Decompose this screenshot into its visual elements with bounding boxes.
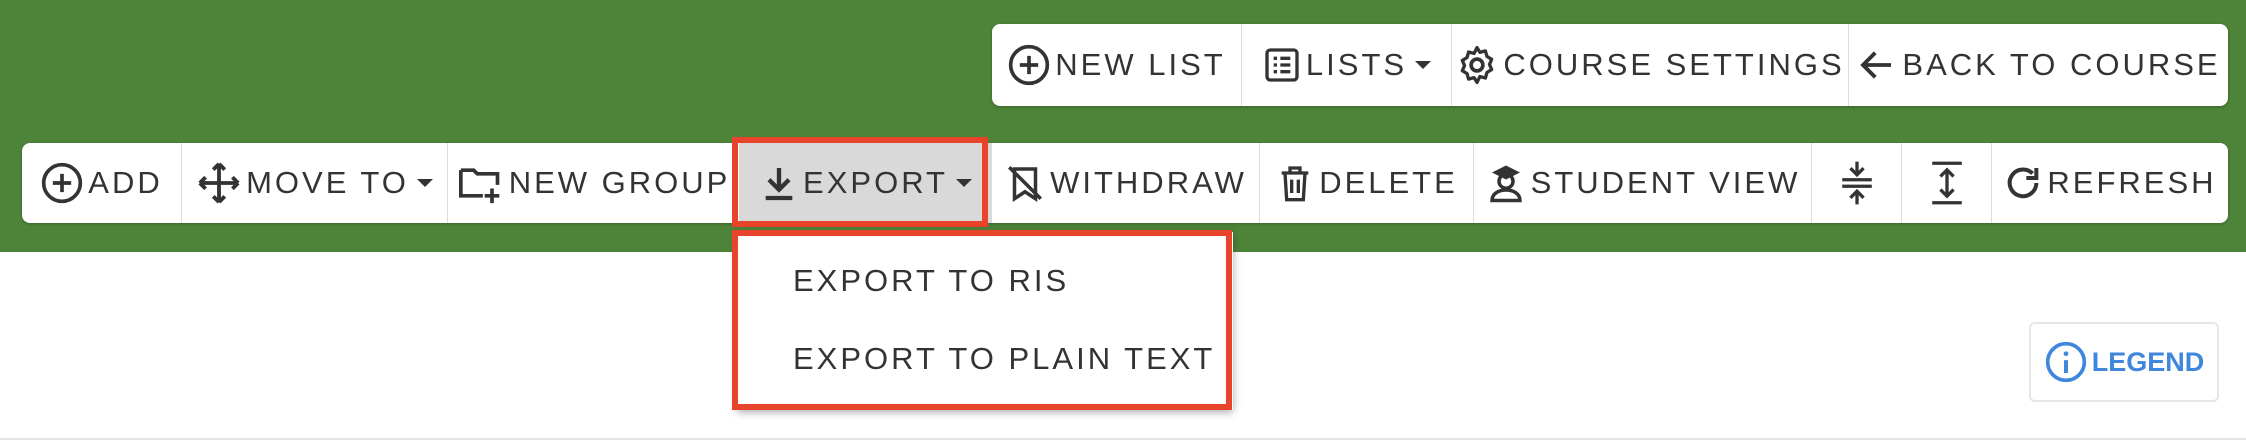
trash-icon	[1275, 163, 1315, 203]
refresh-button[interactable]: REFRESH	[1992, 143, 2228, 223]
move-icon	[196, 160, 242, 206]
collapse-button[interactable]	[1812, 143, 1902, 223]
new-group-label: NEW GROUP	[508, 165, 731, 200]
plus-circle-icon	[40, 161, 84, 205]
list-icon	[1262, 45, 1302, 85]
withdraw-button[interactable]: WITHDRAW	[992, 143, 1260, 223]
add-button[interactable]: ADD	[22, 143, 182, 223]
withdraw-label: WITHDRAW	[1050, 165, 1247, 200]
bookmark-off-icon	[1004, 162, 1046, 204]
course-settings-label: COURSE SETTINGS	[1503, 47, 1845, 82]
course-settings-button[interactable]: COURSE SETTINGS	[1452, 24, 1849, 106]
info-icon	[2044, 340, 2088, 384]
add-label: ADD	[88, 165, 163, 200]
menu-item-export-ris[interactable]: EXPORT TO RIS	[737, 242, 1233, 320]
legend-button[interactable]: LEGEND	[2029, 322, 2219, 402]
move-to-button[interactable]: MOVE TO	[182, 143, 448, 223]
gear-icon	[1455, 43, 1499, 87]
lists-button[interactable]: LISTS	[1242, 24, 1452, 106]
divider	[0, 438, 2246, 440]
move-to-label: MOVE TO	[246, 165, 409, 200]
chevron-down-icon	[955, 179, 972, 187]
student-view-button[interactable]: STUDENT VIEW	[1474, 143, 1812, 223]
legend-label: LEGEND	[2091, 346, 2205, 377]
chevron-down-icon	[416, 179, 433, 187]
collapse-vertical-icon	[1837, 160, 1877, 206]
top-toolbar: NEW LIST LISTS COURSE SETTINGS BACK TO C…	[992, 24, 2228, 106]
arrow-left-icon	[1856, 44, 1898, 86]
back-to-course-label: BACK TO COURSE	[1902, 47, 2221, 82]
main-toolbar: ADD MOVE TO NEW GROUP EXPORT WITHDRAW DE…	[22, 143, 2228, 223]
refresh-icon	[2003, 163, 2043, 203]
export-label: EXPORT	[803, 165, 948, 200]
lists-label: LISTS	[1305, 47, 1408, 82]
back-to-course-button[interactable]: BACK TO COURSE	[1849, 24, 2228, 106]
download-icon	[759, 163, 799, 203]
plus-circle-icon	[1007, 43, 1051, 87]
expand-button[interactable]	[1902, 143, 1992, 223]
export-button[interactable]: EXPORT	[740, 143, 992, 223]
new-group-button[interactable]: NEW GROUP	[448, 143, 740, 223]
student-icon	[1485, 162, 1527, 204]
refresh-label: REFRESH	[2047, 165, 2217, 200]
delete-button[interactable]: DELETE	[1260, 143, 1474, 223]
expand-vertical-icon	[1927, 160, 1967, 206]
menu-item-export-plain-text[interactable]: EXPORT TO PLAIN TEXT	[737, 320, 1233, 398]
student-view-label: STUDENT VIEW	[1530, 165, 1801, 200]
folder-plus-icon	[457, 161, 505, 205]
export-dropdown-menu: EXPORT TO RIS EXPORT TO PLAIN TEXT	[737, 232, 1233, 410]
chevron-down-icon	[1415, 61, 1432, 69]
new-list-button[interactable]: NEW LIST	[992, 24, 1242, 106]
new-list-label: NEW LIST	[1055, 47, 1226, 82]
delete-label: DELETE	[1319, 165, 1458, 200]
